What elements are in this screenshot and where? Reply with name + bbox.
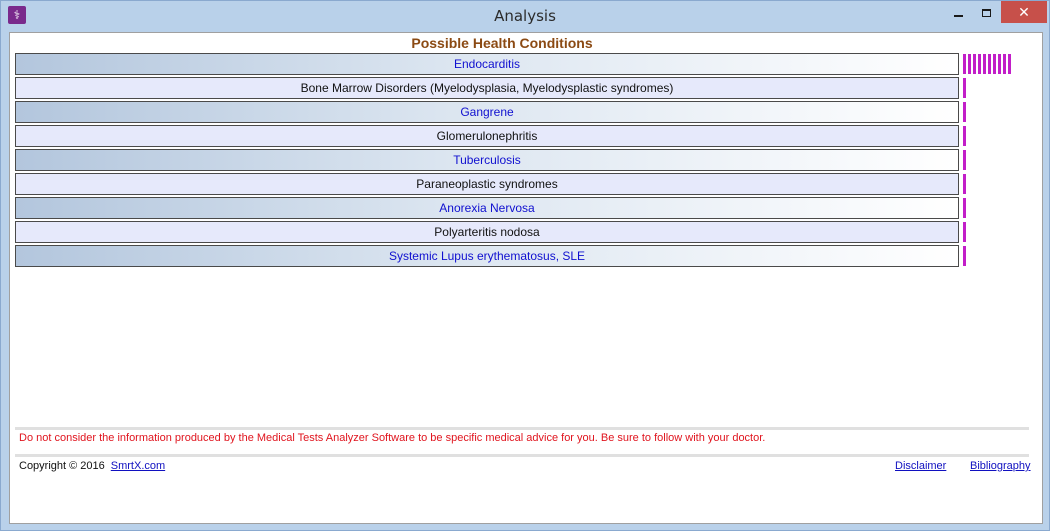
condition-row[interactable]: Gangrene	[15, 101, 959, 123]
score-bar-row	[963, 245, 1023, 267]
copyright-text: Copyright © 2016	[19, 460, 105, 472]
score-bar	[963, 174, 966, 194]
bibliography-link[interactable]: Bibliography	[970, 460, 1031, 472]
condition-row[interactable]: Anorexia Nervosa	[15, 197, 959, 219]
copyright: Copyright © 2016 SmrtX.com	[19, 460, 165, 472]
page-title: Possible Health Conditions	[10, 35, 1044, 51]
condition-row[interactable]: Tuberculosis	[15, 149, 959, 171]
condition-row[interactable]: Polyarteritis nodosa	[15, 221, 959, 243]
score-bar	[963, 150, 966, 170]
score-bar-row	[963, 101, 1023, 123]
divider	[15, 454, 1029, 457]
score-bar	[963, 222, 966, 242]
score-bar-row	[963, 197, 1023, 219]
score-bar-row	[963, 125, 1023, 147]
maximize-button[interactable]	[973, 1, 999, 23]
condition-row[interactable]: Systemic Lupus erythematosus, SLE	[15, 245, 959, 267]
minimize-icon	[953, 14, 963, 17]
score-bar-row	[963, 173, 1023, 195]
score-bar-row	[963, 77, 1023, 99]
analysis-window: ⚕ Analysis ✕ Possible Health Conditions …	[0, 0, 1050, 531]
close-icon: ✕	[1018, 4, 1030, 20]
close-button[interactable]: ✕	[1001, 1, 1047, 23]
client-area: Possible Health Conditions Endocarditis B…	[9, 32, 1043, 524]
score-bars	[963, 53, 1023, 269]
disclaimer-notice: Do not consider the information produced…	[19, 432, 766, 444]
minimize-button[interactable]	[945, 1, 971, 23]
score-bar-row	[963, 221, 1023, 243]
title-bar[interactable]: ⚕ Analysis ✕	[1, 1, 1049, 31]
score-bar	[963, 102, 966, 122]
score-bar	[963, 78, 966, 98]
condition-row[interactable]: Bone Marrow Disorders (Myelodysplasia, M…	[15, 77, 959, 99]
score-bar	[963, 198, 966, 218]
score-bar	[963, 54, 1011, 74]
heading-text: Possible Health Conditions	[411, 35, 593, 51]
condition-row[interactable]: Endocarditis	[15, 53, 959, 75]
condition-row[interactable]: Paraneoplastic syndromes	[15, 173, 959, 195]
condition-list: Endocarditis Bone Marrow Disorders (Myelo…	[15, 53, 959, 269]
footer: Copyright © 2016 SmrtX.com Disclaimer Bib…	[19, 460, 1031, 476]
score-bar-row	[963, 149, 1023, 171]
score-bar-row	[963, 53, 1023, 75]
window-title: Analysis	[494, 7, 556, 25]
score-bar	[963, 246, 966, 266]
maximize-icon	[981, 8, 991, 17]
disclaimer-link[interactable]: Disclaimer	[895, 460, 946, 472]
score-bar	[963, 126, 966, 146]
site-link[interactable]: SmrtX.com	[111, 460, 165, 472]
condition-row[interactable]: Glomerulonephritis	[15, 125, 959, 147]
divider	[15, 427, 1029, 430]
